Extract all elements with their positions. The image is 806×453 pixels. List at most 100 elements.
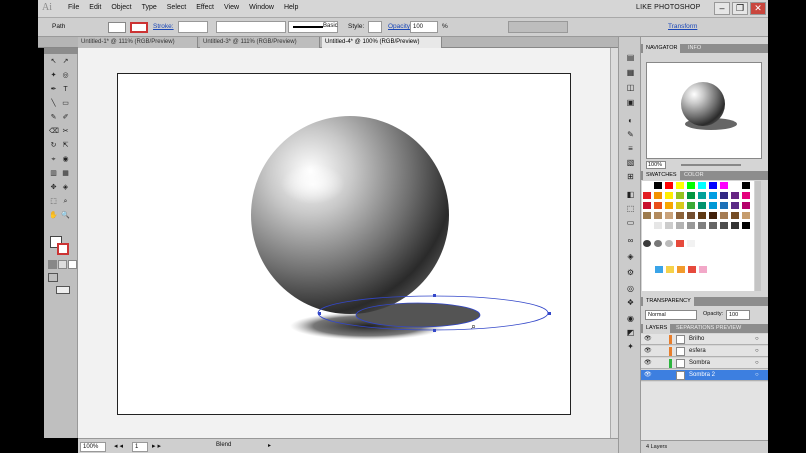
swatch[interactable] [730, 201, 740, 210]
menu-help[interactable]: Help [284, 4, 298, 11]
transparency-icon[interactable]: ◉ [625, 313, 636, 324]
tool-button[interactable]: ◎ [61, 71, 70, 80]
visibility-eye-icon[interactable]: 👁 [644, 370, 652, 381]
swatch[interactable] [719, 181, 729, 190]
links-icon[interactable]: ∞ [625, 235, 636, 246]
next-artboard-arrows[interactable]: ▸ ▸ [152, 442, 161, 450]
pattern-swatch[interactable] [686, 239, 696, 248]
swatch[interactable] [730, 211, 740, 220]
menu-window[interactable]: Window [249, 4, 274, 11]
swatch[interactable] [697, 221, 707, 230]
swatch[interactable] [642, 191, 652, 200]
swatch[interactable] [664, 201, 674, 210]
kuler-icon[interactable]: ✎ [625, 129, 636, 140]
anchor-point[interactable] [433, 329, 436, 332]
opentype-icon[interactable]: ◎ [625, 283, 636, 294]
menu-view[interactable]: View [224, 4, 239, 11]
pattern-swatch[interactable] [675, 239, 685, 248]
sphere-highlight[interactable] [281, 164, 345, 204]
swatch[interactable] [642, 221, 652, 230]
tool-button[interactable]: 🔍 [61, 211, 70, 220]
opacity-field[interactable]: 100 [410, 21, 438, 33]
tool-button[interactable]: ✒ [49, 85, 58, 94]
tool-button[interactable]: ✥ [49, 183, 58, 192]
tool-button[interactable]: ◉ [61, 155, 70, 164]
graphic-styles-icon[interactable]: ◫ [625, 82, 636, 93]
layer-row[interactable]: 👁 Sombra 2 ○ [641, 370, 768, 381]
swatch[interactable] [653, 191, 663, 200]
gradient-mode-button[interactable] [58, 260, 67, 269]
stroke-icon[interactable]: ≡ [625, 143, 636, 154]
swatch[interactable] [675, 201, 685, 210]
gradient-icon[interactable]: ▧ [625, 157, 636, 168]
swatch[interactable] [741, 201, 751, 210]
tool-button[interactable]: ↗ [61, 57, 70, 66]
pathfinder-icon[interactable]: ◧ [625, 189, 636, 200]
separations-icon[interactable]: ✦ [625, 341, 636, 352]
anchor-point[interactable] [318, 312, 321, 315]
swatch-scrollbar[interactable] [755, 181, 761, 291]
swatch[interactable] [675, 191, 685, 200]
visibility-eye-icon[interactable]: 👁 [644, 334, 652, 345]
swatch[interactable] [653, 181, 663, 190]
close-button[interactable]: ✕ [750, 2, 766, 15]
artboards-icon[interactable]: ▭ [625, 217, 636, 228]
tool-button[interactable]: ✂ [61, 127, 70, 136]
swatch[interactable] [697, 201, 707, 210]
tool-button[interactable]: ▦ [61, 169, 70, 178]
tab-transparency[interactable]: TRANSPARENCY [643, 297, 694, 306]
tool-button[interactable]: ↖ [49, 57, 58, 66]
swatch[interactable] [741, 181, 751, 190]
pattern-swatch[interactable] [653, 239, 663, 248]
first-artboard-arrows[interactable]: ◂ ◂ [114, 442, 123, 450]
fill-swatch[interactable] [108, 22, 126, 33]
swatch[interactable] [642, 181, 652, 190]
sphere-shape[interactable] [251, 116, 449, 314]
glyphs-icon[interactable]: ❖ [625, 297, 636, 308]
swatch[interactable] [653, 211, 663, 220]
workspace-switcher[interactable]: LIKE PHOTOSHOP [636, 4, 701, 11]
swatch[interactable] [697, 191, 707, 200]
tool-button[interactable]: ✎ [49, 113, 58, 122]
tab-navigator[interactable]: NAVIGATOR [643, 44, 681, 53]
tool-button[interactable]: ✋ [49, 211, 58, 220]
swatch[interactable] [664, 191, 674, 200]
swatch[interactable] [708, 211, 718, 220]
swatch[interactable] [653, 201, 663, 210]
color-group-swatch[interactable] [698, 265, 708, 274]
tool-button[interactable]: T [61, 85, 70, 94]
tool-button[interactable]: ✦ [49, 71, 58, 80]
tab-swatches[interactable]: SWATCHES [643, 171, 680, 180]
color-mode-button[interactable] [48, 260, 57, 269]
character-icon[interactable]: ◈ [625, 251, 636, 262]
brushes-icon[interactable]: ▤ [625, 52, 636, 63]
doc-tab-untitled-4[interactable]: Untitled-4* @ 100% (RGB/Preview) [322, 37, 442, 48]
tool-button[interactable]: ⌖ [49, 155, 58, 164]
layer-target-icon[interactable]: ○ [755, 346, 759, 357]
swatch[interactable] [686, 191, 696, 200]
layer-target-icon[interactable]: ○ [755, 334, 759, 345]
tab-separations-preview[interactable]: SEPARATIONS PREVIEW [673, 324, 744, 333]
doc-tab-untitled-3[interactable]: Untitled-3* @ 111% (RGB/Preview) [200, 37, 320, 48]
tool-button[interactable]: ✐ [61, 113, 70, 122]
variable-width-profile[interactable] [216, 21, 286, 33]
menu-edit[interactable]: Edit [89, 4, 101, 11]
screen-mode-button[interactable] [56, 286, 70, 294]
menu-object[interactable]: Object [111, 4, 131, 11]
tab-info[interactable]: INFO [685, 44, 704, 53]
swatch[interactable] [664, 211, 674, 220]
layer-target-icon[interactable]: ○ [755, 370, 759, 381]
transform-icon[interactable]: ⬚ [625, 203, 636, 214]
layer-row[interactable]: 👁 Brilho ○ [641, 334, 768, 345]
menu-effect[interactable]: Effect [196, 4, 214, 11]
swatch[interactable] [719, 221, 729, 230]
blend-mode-select[interactable]: Normal [645, 310, 697, 320]
visibility-eye-icon[interactable]: 👁 [644, 346, 652, 357]
artwork-canvas[interactable]: ⌕ [78, 48, 610, 438]
swatch[interactable] [708, 201, 718, 210]
pattern-swatch[interactable] [642, 239, 652, 248]
swatch[interactable] [675, 211, 685, 220]
brush-definition-select[interactable]: Basic [288, 21, 338, 33]
navigator-zoom-field[interactable]: 100% [646, 161, 666, 169]
restore-button[interactable]: ❐ [732, 2, 748, 15]
